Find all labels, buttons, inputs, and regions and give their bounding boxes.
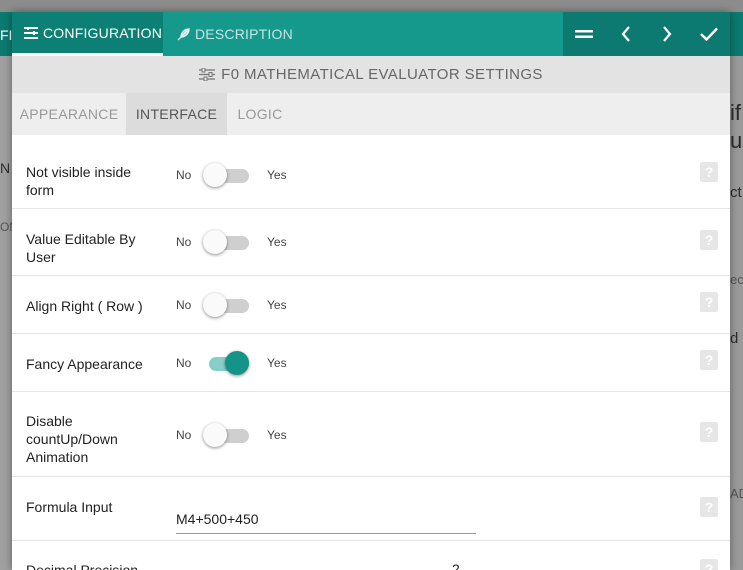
- align-right-toggle[interactable]: [203, 292, 257, 318]
- background-fragment: u: [730, 128, 743, 153]
- decimal-precision-value[interactable]: 2: [452, 561, 460, 570]
- setting-label: Decimal Precision: [26, 562, 139, 570]
- sliders-icon: [199, 68, 216, 81]
- check-icon: [700, 27, 718, 41]
- value-editable-toggle[interactable]: [203, 229, 257, 255]
- toggle-no-label: No: [176, 428, 192, 442]
- toggle-knob: [203, 230, 227, 254]
- setting-label: Align Right ( Row ): [26, 298, 143, 314]
- page-title: F0 MATHEMATICAL EVALUATOR SETTINGS: [221, 66, 543, 83]
- toggle-yes-label: Yes: [267, 428, 287, 442]
- next-button[interactable]: [647, 12, 689, 56]
- subtab-interface[interactable]: INTERFACE: [126, 93, 227, 135]
- help-icon[interactable]: ?: [700, 350, 718, 370]
- not-visible-toggle[interactable]: [203, 162, 257, 188]
- toggle-yes-label: Yes: [267, 235, 287, 249]
- fancy-appearance-toggle[interactable]: [203, 350, 257, 376]
- setting-label: Disable countUp/Down Animation: [26, 413, 118, 465]
- dialog-toolbar: [563, 12, 730, 56]
- tab-configuration[interactable]: CONFIGURATION: [12, 12, 163, 56]
- background-fragment: ON: [0, 220, 12, 234]
- confirm-button[interactable]: [688, 12, 730, 56]
- disable-animation-toggle[interactable]: [203, 422, 257, 448]
- background-fragment: AD: [730, 486, 743, 501]
- toggle-no-label: No: [176, 168, 192, 182]
- help-icon[interactable]: ?: [700, 292, 718, 312]
- setting-label: Value Editable By User: [26, 231, 136, 265]
- background-fragment: ec: [730, 272, 743, 287]
- tab-label: CONFIGURATION: [43, 24, 163, 41]
- setting-row-not-visible: Not visible inside form No Yes ?: [12, 135, 730, 209]
- background-fragment: N: [0, 160, 11, 176]
- settings-subtabs: APPEARANCE INTERFACE LOGIC: [12, 93, 730, 135]
- help-icon[interactable]: ?: [700, 230, 718, 250]
- setting-label: Formula Input: [26, 499, 113, 515]
- setting-row-fancy-appearance: Fancy Appearance No Yes ?: [12, 334, 730, 392]
- settings-header: F0 MATHEMATICAL EVALUATOR SETTINGS: [12, 56, 730, 93]
- toggle-no-label: No: [176, 298, 192, 312]
- setting-row-formula: Formula Input ?: [12, 477, 730, 541]
- help-icon[interactable]: ?: [700, 559, 718, 570]
- setting-label: Fancy Appearance: [26, 356, 143, 372]
- settings-content: Not visible inside form No Yes ? Value E…: [12, 135, 730, 570]
- setting-row-decimal-precision: Decimal Precision 2 ?: [12, 541, 730, 570]
- background-fragment: FIG: [0, 27, 12, 43]
- chevron-left-icon: [621, 26, 630, 42]
- help-icon[interactable]: ?: [700, 422, 718, 442]
- subtab-appearance[interactable]: APPEARANCE: [12, 93, 126, 135]
- settings-dialog: CONFIGURATION DESCRIPTION F0 MATHEMATICA…: [12, 12, 730, 570]
- setting-row-align-right: Align Right ( Row ) No Yes ?: [12, 276, 730, 334]
- background-left-panel: [0, 56, 12, 570]
- toggle-yes-label: Yes: [267, 298, 287, 312]
- toggle-yes-label: Yes: [267, 356, 287, 370]
- toggle-knob: [203, 423, 227, 447]
- drag-handle-icon: [574, 30, 593, 38]
- tab-description[interactable]: DESCRIPTION: [177, 12, 317, 56]
- toggle-yes-label: Yes: [267, 168, 287, 182]
- setting-label: Not visible inside form: [26, 164, 132, 198]
- list-settings-icon: [24, 26, 38, 39]
- feather-icon: [177, 27, 190, 41]
- chevron-right-icon: [663, 26, 672, 42]
- help-icon[interactable]: ?: [700, 497, 718, 517]
- background-fragment: d: [730, 330, 739, 347]
- drag-handle-button[interactable]: [563, 12, 605, 56]
- toggle-no-label: No: [176, 235, 192, 249]
- help-icon[interactable]: ?: [700, 162, 718, 182]
- setting-row-value-editable: Value Editable By User No Yes ?: [12, 209, 730, 276]
- setting-row-disable-animation: Disable countUp/Down Animation No Yes ?: [12, 392, 730, 477]
- formula-input[interactable]: [176, 504, 476, 534]
- subtab-logic[interactable]: LOGIC: [227, 93, 293, 135]
- background-fragment: if: [730, 100, 741, 125]
- toggle-knob: [203, 293, 227, 317]
- toggle-knob: [225, 351, 249, 375]
- tab-label: DESCRIPTION: [195, 26, 293, 42]
- previous-button[interactable]: [605, 12, 647, 56]
- background-fragment: ct: [730, 184, 742, 201]
- toggle-no-label: No: [176, 356, 192, 370]
- dialog-tab-bar: CONFIGURATION DESCRIPTION: [12, 12, 730, 56]
- toggle-knob: [203, 163, 227, 187]
